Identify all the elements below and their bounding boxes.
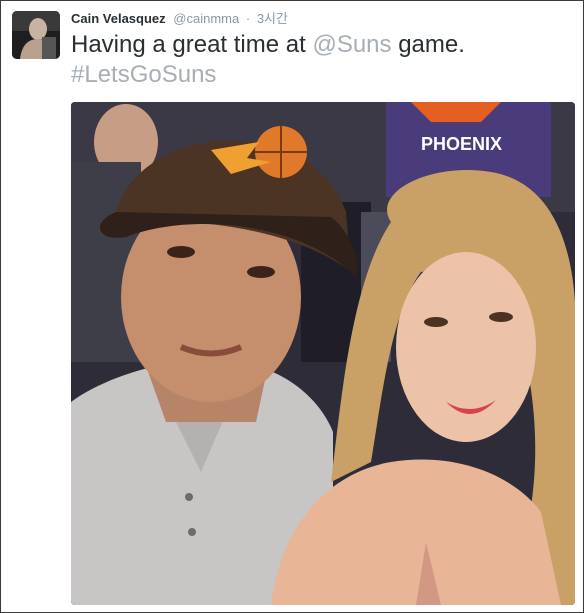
tweet-timestamp[interactable]: 3시간 xyxy=(257,11,288,26)
separator-dot: · xyxy=(245,11,251,26)
avatar-image xyxy=(12,11,60,59)
tweet-card: Cain Velasquez @cainmma · 3시간 Having a g… xyxy=(0,0,584,613)
tweet-header: Cain Velasquez @cainmma · 3시간 xyxy=(71,10,288,28)
jersey-text: PHOENIX xyxy=(421,134,502,154)
tweet-text-part: Having a great time at xyxy=(71,31,313,58)
author-name[interactable]: Cain Velasquez xyxy=(71,11,166,26)
author-handle[interactable]: @cainmma xyxy=(173,11,239,26)
tweet-photo[interactable]: PHOENIX xyxy=(71,102,575,605)
mention-link[interactable]: @Suns xyxy=(312,31,391,58)
tweet-text-part: game. xyxy=(391,31,465,58)
tweet-text: Having a great time at @Suns game. #LetsG… xyxy=(71,30,571,90)
avatar[interactable] xyxy=(12,11,60,59)
photo-image: PHOENIX xyxy=(71,102,575,605)
hashtag-link[interactable]: #LetsGoSuns xyxy=(71,61,216,88)
